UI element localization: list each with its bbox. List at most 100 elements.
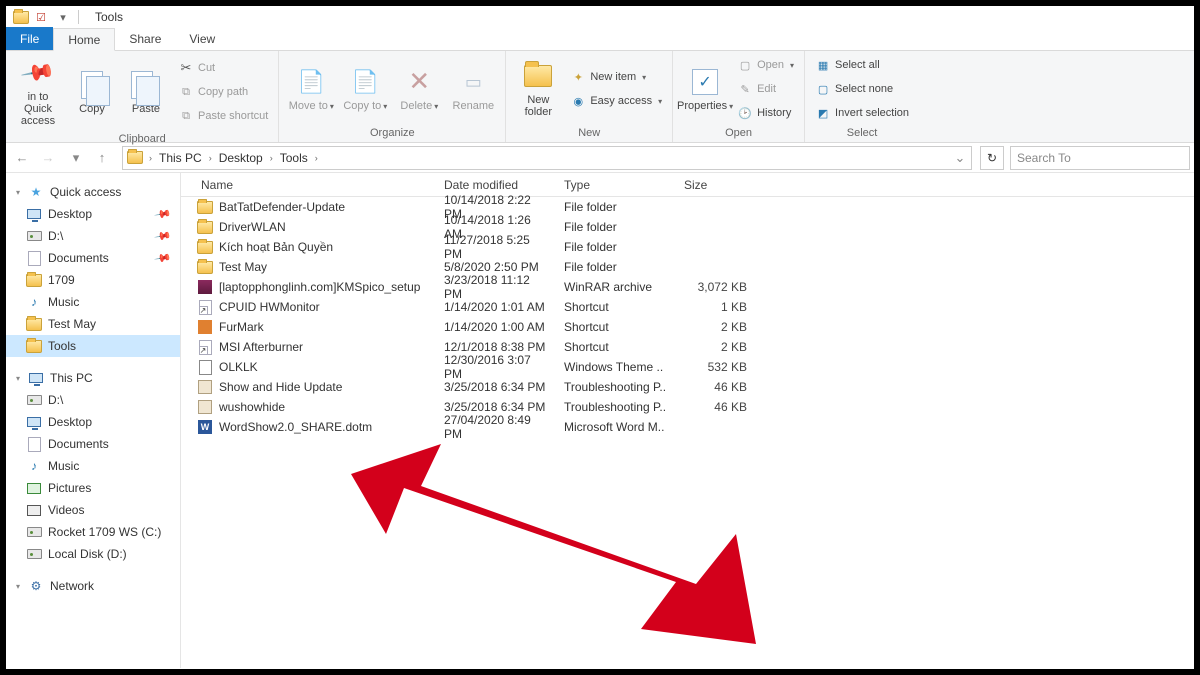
new-item-button[interactable]: ✦New item▾ xyxy=(566,66,666,88)
cut-button[interactable]: ✂Cut xyxy=(174,57,272,79)
nav-history-dropdown[interactable]: ▾ xyxy=(64,146,88,170)
file-row[interactable]: CPUID HWMonitor1/14/2020 1:01 AMShortcut… xyxy=(181,297,1194,317)
new-folder-button[interactable]: New folder xyxy=(512,56,564,122)
file-date: 12/1/2018 8:38 PM xyxy=(436,340,556,354)
pin-icon: 📌 xyxy=(154,249,173,268)
up-button[interactable]: ↑ xyxy=(90,146,114,170)
column-type[interactable]: Type xyxy=(556,178,676,192)
chevron-right-icon[interactable]: › xyxy=(207,153,214,163)
refresh-button[interactable]: ↻ xyxy=(980,146,1004,170)
ribbon-tabs: File Home Share View xyxy=(6,28,1194,51)
sidebar-item-d[interactable]: D:\📌 xyxy=(6,225,180,247)
file-type: File folder xyxy=(556,240,676,254)
sidebar-item-testmay[interactable]: Test May xyxy=(6,313,180,335)
sidebar-item-pc-documents[interactable]: Documents xyxy=(6,433,180,455)
file-row[interactable]: WWordShow2.0_SHARE.dotm27/04/2020 8:49 P… xyxy=(181,417,1194,437)
tab-file[interactable]: File xyxy=(6,27,53,50)
select-none-button[interactable]: ▢Select none xyxy=(811,78,913,100)
column-size[interactable]: Size xyxy=(676,178,756,192)
sidebar-item-pc-music[interactable]: ♪Music xyxy=(6,455,180,477)
rename-button[interactable]: ▭Rename xyxy=(447,62,499,116)
file-row[interactable]: [laptopphonglinh.com]KMSpico_setup3/23/2… xyxy=(181,277,1194,297)
file-name: OLKLK xyxy=(219,360,258,374)
history-button[interactable]: 🕑History xyxy=(733,102,798,124)
chevron-right-icon[interactable]: › xyxy=(313,153,320,163)
quick-access-toolbar: ☑ ▾ Tools xyxy=(6,6,1194,28)
file-type: Troubleshooting P.. xyxy=(556,380,676,394)
open-button[interactable]: ▢Open▾ xyxy=(733,54,798,76)
chevron-right-icon[interactable]: › xyxy=(268,153,275,163)
copy-button[interactable]: Copy xyxy=(66,65,118,119)
file-date: 5/8/2020 2:50 PM xyxy=(436,260,556,274)
file-row[interactable]: FurMark1/14/2020 1:00 AMShortcut2 KB xyxy=(181,317,1194,337)
tab-view[interactable]: View xyxy=(175,27,229,50)
sidebar-item-1709[interactable]: 1709 xyxy=(6,269,180,291)
folder-icon xyxy=(524,65,552,87)
pin-icon: 📌 xyxy=(154,205,173,224)
edit-button[interactable]: ✎Edit xyxy=(733,78,798,100)
file-date: 3/25/2018 6:34 PM xyxy=(436,380,556,394)
paste-button[interactable]: Paste xyxy=(120,65,172,119)
tab-home[interactable]: Home xyxy=(53,28,115,51)
selectnone-icon: ▢ xyxy=(815,81,831,97)
file-row[interactable]: Kích hoạt Bản Quyền11/27/2018 5:25 PMFil… xyxy=(181,237,1194,257)
sidebar-item-pc-local[interactable]: Local Disk (D:) xyxy=(6,543,180,565)
file-row[interactable]: Test May5/8/2020 2:50 PMFile folder xyxy=(181,257,1194,277)
address-dropdown-icon[interactable]: ⌄ xyxy=(951,146,969,170)
folder-qat-icon[interactable] xyxy=(12,8,30,26)
file-size: 46 KB xyxy=(676,380,756,394)
copy-to-button[interactable]: 📄Copy to▾ xyxy=(339,62,391,117)
easy-access-button[interactable]: ◉Easy access▾ xyxy=(566,90,666,112)
tab-share[interactable]: Share xyxy=(115,27,175,50)
sidebar-item-pc-rocket[interactable]: Rocket 1709 WS (C:) xyxy=(6,521,180,543)
breadcrumb-tools[interactable]: Tools xyxy=(277,151,311,165)
file-icon xyxy=(197,199,213,215)
file-type: Windows Theme .. xyxy=(556,360,676,374)
file-row[interactable]: OLKLK12/30/2016 3:07 PMWindows Theme ..5… xyxy=(181,357,1194,377)
sidebar-item-documents[interactable]: Documents📌 xyxy=(6,247,180,269)
invert-selection-button[interactable]: ◩Invert selection xyxy=(811,102,913,124)
column-date[interactable]: Date modified xyxy=(436,178,556,192)
file-icon xyxy=(197,339,213,355)
sidebar-item-music[interactable]: ♪Music xyxy=(6,291,180,313)
drive-icon xyxy=(27,231,42,241)
properties-qat-icon[interactable]: ☑ xyxy=(32,8,50,26)
breadcrumb-thispc[interactable]: This PC xyxy=(156,151,205,165)
folder-icon xyxy=(26,340,42,353)
breadcrumb-desktop[interactable]: Desktop xyxy=(216,151,266,165)
select-all-button[interactable]: ▦Select all xyxy=(811,54,913,76)
file-row[interactable]: BatTatDefender-Update10/14/2018 2:22 PMF… xyxy=(181,197,1194,217)
forward-button[interactable]: → xyxy=(36,146,60,170)
navigation-bar: ← → ▾ ↑ › This PC › Desktop › Tools › ⌄ … xyxy=(6,143,1194,173)
search-input[interactable]: Search To xyxy=(1010,146,1190,170)
qat-dropdown-icon[interactable]: ▾ xyxy=(54,8,72,26)
file-icon xyxy=(197,319,213,335)
paste-shortcut-button[interactable]: ⧉Paste shortcut xyxy=(174,105,272,127)
sidebar-item-pc-desktop[interactable]: Desktop xyxy=(6,411,180,433)
back-button[interactable]: ← xyxy=(10,146,34,170)
folder-icon xyxy=(26,274,42,287)
sidebar-this-pc[interactable]: This PC xyxy=(6,367,180,389)
pin-to-quick-access-button[interactable]: 📌 in to Quick access xyxy=(12,53,64,131)
edit-icon: ✎ xyxy=(737,81,753,97)
column-name[interactable]: Name xyxy=(181,178,436,192)
file-row[interactable]: Show and Hide Update3/25/2018 6:34 PMTro… xyxy=(181,377,1194,397)
move-to-button[interactable]: 📄Move to▾ xyxy=(285,62,337,117)
sidebar-item-desktop[interactable]: Desktop📌 xyxy=(6,203,180,225)
sidebar-quick-access[interactable]: ★Quick access xyxy=(6,181,180,203)
file-icon xyxy=(197,399,213,415)
sidebar-item-tools[interactable]: Tools xyxy=(6,335,180,357)
sidebar-network[interactable]: ⚙Network xyxy=(6,575,180,597)
properties-button[interactable]: ✓Properties▾ xyxy=(679,62,731,117)
sidebar-item-pc-pictures[interactable]: Pictures xyxy=(6,477,180,499)
file-row[interactable]: DriverWLAN10/14/2018 1:26 AMFile folder xyxy=(181,217,1194,237)
sidebar-item-pc-d[interactable]: D:\ xyxy=(6,389,180,411)
sidebar-item-pc-videos[interactable]: Videos xyxy=(6,499,180,521)
chevron-right-icon[interactable]: › xyxy=(147,153,154,163)
delete-button[interactable]: ✕Delete▾ xyxy=(393,62,445,117)
copy-path-button[interactable]: ⧉Copy path xyxy=(174,81,272,103)
file-type: File folder xyxy=(556,200,676,214)
file-row[interactable]: MSI Afterburner12/1/2018 8:38 PMShortcut… xyxy=(181,337,1194,357)
address-bar[interactable]: › This PC › Desktop › Tools › ⌄ xyxy=(122,146,972,170)
file-row[interactable]: wushowhide3/25/2018 6:34 PMTroubleshooti… xyxy=(181,397,1194,417)
